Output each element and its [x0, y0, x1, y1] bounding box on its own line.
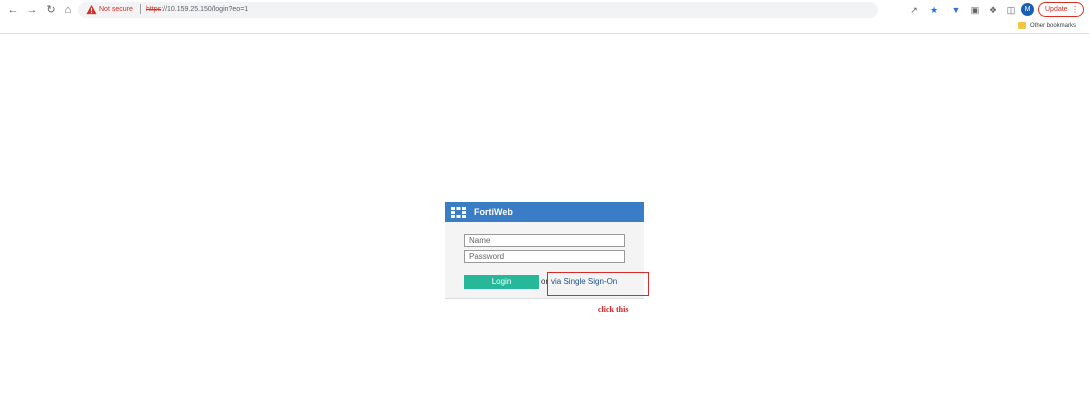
back-arrow-icon[interactable]: ← — [6, 3, 20, 17]
extension-icon[interactable]: ▣ — [969, 4, 981, 16]
annotation-click-this: click this — [598, 305, 629, 314]
menu-dots-icon: ⋮ — [1071, 5, 1079, 14]
reload-icon[interactable]: ↻ — [44, 3, 58, 17]
forward-arrow-icon[interactable]: → — [25, 3, 39, 17]
bookmarks-bar: Other bookmarks — [0, 20, 1089, 34]
share-icon[interactable]: ↗ — [908, 4, 920, 16]
star-icon[interactable]: ★ — [928, 4, 940, 16]
url-divider — [140, 4, 141, 14]
url-text[interactable]: https://10.159.25.150/login?eo=1 — [146, 5, 248, 14]
login-header: FortiWeb — [445, 202, 644, 222]
name-input[interactable] — [464, 234, 625, 247]
url-https: https — [146, 6, 162, 13]
fortinet-logo-icon — [451, 207, 466, 218]
folder-icon — [1018, 22, 1026, 29]
other-bookmarks[interactable]: Other bookmarks — [1030, 22, 1076, 31]
update-button[interactable]: Update ⋮ — [1038, 2, 1084, 17]
security-label[interactable]: Not secure — [99, 5, 133, 14]
login-button[interactable]: Login — [464, 275, 539, 289]
puzzle-icon[interactable]: ❖ — [987, 4, 999, 16]
app-title: FortiWeb — [474, 207, 513, 217]
avatar[interactable]: M — [1021, 3, 1034, 16]
update-label: Update — [1045, 6, 1068, 13]
password-input[interactable] — [464, 250, 625, 263]
sidebar-icon[interactable]: ◫ — [1005, 4, 1017, 16]
browser-toolbar: ← → ↻ ⌂ Not secure https://10.159.25.150… — [0, 0, 1089, 20]
annotation-highlight-box — [547, 272, 649, 296]
url-rest: ://10.159.25.150/login?eo=1 — [161, 6, 249, 13]
home-icon[interactable]: ⌂ — [61, 3, 75, 17]
shield-extension-icon[interactable]: ▼ — [950, 4, 962, 16]
warning-icon — [86, 4, 97, 15]
